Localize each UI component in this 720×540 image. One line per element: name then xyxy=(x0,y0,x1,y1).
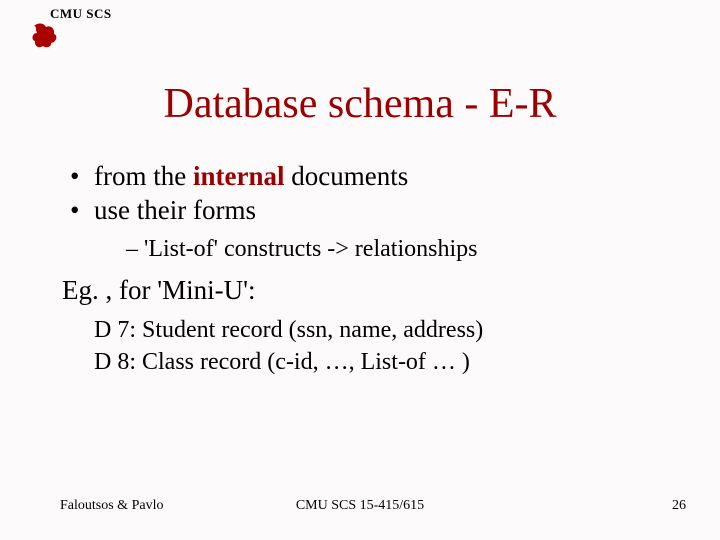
slide-title: Database schema - E-R xyxy=(0,80,720,128)
sub-bullet-item: – 'List-of' constructs -> relationships xyxy=(126,234,680,264)
example-intro: Eg. , for 'Mini-U': xyxy=(62,274,680,308)
slide-footer: Faloutsos & Pavlo CMU SCS 15-415/615 26 xyxy=(0,498,720,514)
doc-line: D 7: Student record (ssn, name, address) xyxy=(94,315,680,345)
document-examples: D 7: Student record (ssn, name, address)… xyxy=(68,315,680,377)
bullet-item: use their forms xyxy=(68,194,680,228)
bullet-item: from the internal documents xyxy=(68,160,680,194)
cmu-dragon-logo xyxy=(30,20,60,55)
bullet-text: use their forms xyxy=(94,195,256,225)
main-bullet-list: from the internal documents use their fo… xyxy=(68,160,680,228)
bullet-text-pre: from the xyxy=(94,161,193,191)
sub-bullet-list: – 'List-of' constructs -> relationships xyxy=(68,234,680,264)
footer-course: CMU SCS 15-415/615 xyxy=(296,498,424,514)
footer-authors: Faloutsos & Pavlo xyxy=(60,498,163,514)
footer-page-number: 26 xyxy=(672,498,686,514)
bullet-text-emphasis: internal xyxy=(193,161,285,191)
bullet-text-post: documents xyxy=(284,161,408,191)
slide-body: from the internal documents use their fo… xyxy=(68,160,680,379)
doc-line: D 8: Class record (c-id, …, List-of … ) xyxy=(94,347,680,377)
